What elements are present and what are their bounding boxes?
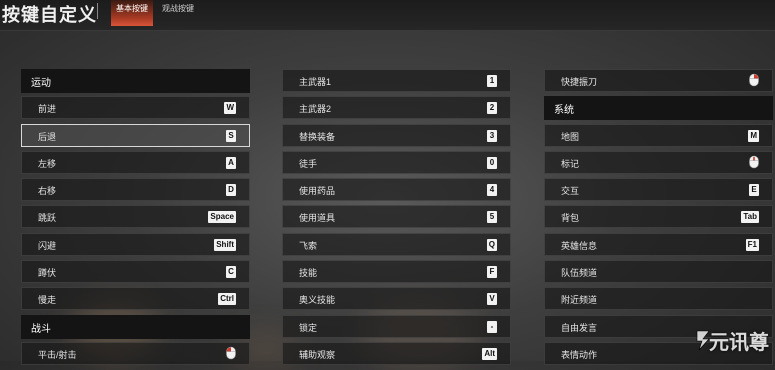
keybind-row[interactable]: 背包 Tab <box>544 205 773 229</box>
tab-spectator-keys[interactable]: 观战按键 <box>157 0 199 26</box>
keybind-key-badge[interactable]: Tab <box>741 211 759 224</box>
keybind-key-badge[interactable]: F1 <box>745 238 759 251</box>
keybind-action-label: 自由发言 <box>561 322 598 333</box>
keybind-key-badge[interactable]: D <box>226 184 236 197</box>
keybind-key-badge[interactable]: Alt <box>482 347 497 360</box>
keybind-action-label: 辅助观察 <box>299 349 336 360</box>
keybind-action-label: 奥义技能 <box>299 295 336 306</box>
keybind-action-label: 交互 <box>561 186 580 197</box>
tab-basic-keys[interactable]: 基本按键 <box>111 0 153 26</box>
keybind-key-badge[interactable]: W <box>224 102 236 115</box>
keybind-action-label: 徒手 <box>299 158 318 169</box>
keybind-key-badge[interactable]: M <box>748 129 759 142</box>
keybind-action-label: 背包 <box>561 213 580 224</box>
keybind-row[interactable]: 慢走 Ctrl <box>21 287 250 311</box>
keybind-row[interactable]: 队伍频道 <box>544 260 773 284</box>
keybind-row[interactable]: 交互 E <box>544 178 773 202</box>
watermark-text: 元讯尊 <box>709 332 769 354</box>
keybind-row[interactable]: 英雄信息 F1 <box>544 232 773 256</box>
keybind-action-label: 标记 <box>561 158 580 169</box>
keybind-row[interactable]: 平击/射击 <box>21 341 250 365</box>
keybind-row[interactable]: 地图 M <box>544 123 773 147</box>
keybind-action-label: 闪避 <box>38 240 57 251</box>
keybind-key-badge[interactable]: 0 <box>487 156 497 169</box>
keybind-row[interactable]: 飞索 Q <box>282 232 511 256</box>
keybind-row[interactable]: 锁定 - <box>282 314 511 338</box>
keybind-key-badge[interactable]: 1 <box>487 75 497 87</box>
keybind-action-label: 右移 <box>38 186 57 197</box>
keybind-action-label: 表情动作 <box>561 349 598 360</box>
keybind-action-label: 主武器2 <box>299 104 332 115</box>
keybind-action-label: 快捷振刀 <box>561 77 598 87</box>
keybind-action-label: 前进 <box>38 104 57 115</box>
keybind-row[interactable]: 主武器2 2 <box>282 96 511 120</box>
keybind-row[interactable]: 使用药品 4 <box>282 178 511 202</box>
keybind-action-label: 慢走 <box>38 295 57 306</box>
keybind-action-label: 主武器1 <box>299 77 332 87</box>
keybind-key-badge[interactable]: 3 <box>487 129 497 142</box>
keybind-key-badge[interactable]: V <box>487 293 497 306</box>
keybind-key-badge[interactable]: Space <box>208 211 236 224</box>
page-title: 按键自定义 <box>2 5 97 25</box>
keybind-row[interactable]: 主武器1 1 <box>282 69 511 92</box>
keybind-row[interactable]: 快捷振刀 <box>544 69 773 92</box>
mouse-middle-icon <box>749 155 759 169</box>
section-header-label: 系统 <box>554 105 574 117</box>
section-header-label: 运动 <box>31 78 51 89</box>
keybind-row[interactable]: 奥义技能 V <box>282 287 511 311</box>
keybind-key-badge[interactable]: A <box>226 156 236 169</box>
mouse-right-icon <box>749 73 759 87</box>
keybind-key-badge[interactable]: Q <box>486 238 497 251</box>
keybind-action-label: 地图 <box>561 131 580 142</box>
keybind-action-label: 技能 <box>299 268 318 279</box>
section-header: 系统 <box>544 96 773 121</box>
keybind-key-badge[interactable]: C <box>226 266 236 279</box>
keybind-row[interactable]: 使用道具 5 <box>282 205 511 229</box>
keybind-action-label: 跳跃 <box>38 213 57 224</box>
keybind-action-label: 蹲伏 <box>38 268 57 279</box>
keybind-key-badge[interactable]: 4 <box>487 184 497 197</box>
keybind-row[interactable]: 标记 <box>544 150 773 174</box>
keybind-action-label: 飞索 <box>299 240 318 251</box>
keybind-row[interactable]: 徒手 0 <box>282 150 511 174</box>
keybind-action-label: 使用道具 <box>299 213 336 224</box>
keybind-row[interactable]: 附近频道 <box>544 287 773 311</box>
keybind-row[interactable]: 左移 A <box>21 150 250 174</box>
keybind-row[interactable]: 闪避 Shift <box>21 232 250 256</box>
keybind-action-label: 替换装备 <box>299 131 336 142</box>
keybind-row[interactable]: 后退 S <box>21 123 250 147</box>
keybind-action-label: 锁定 <box>299 322 318 333</box>
section-header: 战斗 <box>21 314 250 339</box>
keybind-row[interactable]: 前进 W <box>21 96 250 120</box>
keybind-action-label: 后退 <box>38 131 57 142</box>
keybind-column-2: 主武器1 1 主武器2 2 替换装备 3 徒手 0 使用药品 4 使用道具 5 飞索 Q 技能 F 奥义技能 V 锁… <box>282 69 511 369</box>
keybind-row[interactable]: 替换装备 3 <box>282 123 511 147</box>
keybind-row[interactable]: 右移 D <box>21 178 250 202</box>
keybind-action-label: 队伍频道 <box>561 268 598 279</box>
keybind-key-badge[interactable]: 2 <box>487 102 497 115</box>
keybind-action-label: 左移 <box>38 158 57 169</box>
keybind-action-label: 英雄信息 <box>561 240 598 251</box>
keybind-row[interactable]: 技能 F <box>282 260 511 284</box>
keybind-key-badge[interactable]: E <box>749 184 759 197</box>
keybind-key-badge[interactable]: F <box>487 266 497 279</box>
keybind-column-1: 运动前进 W 后退 S 左移 A 右移 D 跳跃 Space 闪避 Shift 蹲伏 C 慢走 Ctrl 战斗平… <box>21 69 250 369</box>
keybind-action-label: 附近频道 <box>561 295 598 306</box>
keybind-key-badge[interactable]: S <box>226 129 236 142</box>
keybind-key-badge[interactable]: Ctrl <box>218 293 236 306</box>
keybind-action-label: 平击/射击 <box>38 349 77 360</box>
keybind-key-badge[interactable]: - <box>487 320 497 333</box>
mouse-left-icon <box>226 346 236 360</box>
keybind-key-badge[interactable]: 5 <box>487 211 497 224</box>
section-header-label: 战斗 <box>31 323 51 335</box>
keybind-action-label: 使用药品 <box>299 186 336 197</box>
keybind-row[interactable]: 跳跃 Space <box>21 205 250 229</box>
title-divider <box>97 3 98 19</box>
keybind-row[interactable]: 蹲伏 C <box>21 260 250 284</box>
section-header: 运动 <box>21 69 250 93</box>
keybind-key-badge[interactable]: Shift <box>214 238 236 251</box>
site-watermark: 元讯尊 <box>693 323 773 359</box>
keybind-row[interactable]: 辅助观察 Alt <box>282 341 511 365</box>
top-bar: 按键自定义 基本按键 观战按键 <box>0 0 775 31</box>
